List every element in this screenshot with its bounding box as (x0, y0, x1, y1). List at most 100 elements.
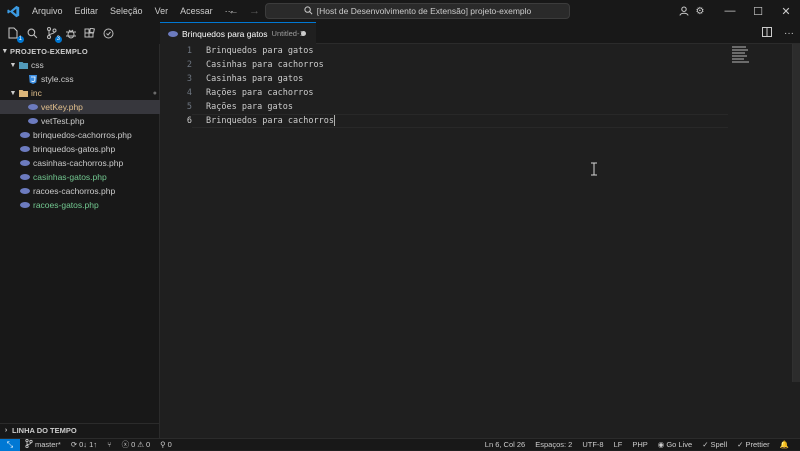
mouse-ibeam-cursor-icon (590, 162, 598, 176)
vertical-scrollbar[interactable] (792, 44, 800, 382)
accounts-icon[interactable] (676, 0, 692, 22)
source-control-icon[interactable]: 3 (44, 26, 62, 43)
tree-file[interactable]: racoes-cachorros.php (0, 184, 179, 198)
code-line: Brinquedos para gatos (206, 46, 314, 56)
line-number: 3 (186, 74, 192, 84)
search-icon (304, 5, 313, 17)
tree-item-label: casinhas-gatos.php (33, 172, 107, 182)
line-number: 6 (186, 116, 192, 126)
prettier-button[interactable]: ✓ Prettier (732, 440, 774, 449)
explorer-icon[interactable]: 1 (6, 26, 24, 43)
warning-count: 0 (145, 440, 151, 449)
menu-ver[interactable]: Ver (149, 0, 175, 22)
menu-arquivo[interactable]: Arquivo (26, 0, 69, 22)
tree-file[interactable]: casinhas-cachorros.php (0, 156, 179, 170)
tree-folder-css[interactable]: ▼ css (0, 58, 167, 72)
go-live-button[interactable]: ◉ Go Live (653, 440, 697, 449)
tree-folder-inc[interactable]: ▼ inc ● (0, 86, 167, 100)
tree-file[interactable]: brinquedos-gatos.php (0, 142, 179, 156)
command-center[interactable]: [Host de Desenvolvimento de Extensão] pr… (265, 3, 570, 19)
encoding[interactable]: UTF-8 (577, 440, 608, 449)
chevron-down-icon: ▼ (9, 89, 17, 97)
line-number: 5 (186, 102, 192, 112)
split-editor-icon[interactable] (762, 26, 772, 40)
git-branch-icon (25, 438, 33, 450)
timeline-section[interactable]: › LINHA DO TEMPO (0, 423, 159, 437)
text-cursor (333, 115, 335, 126)
menu-acessar[interactable]: Acessar (174, 0, 219, 22)
explorer-root[interactable]: ▼ PROJETO-EXEMPLO (0, 44, 159, 58)
tree-item-label: vetKey.php (41, 102, 83, 112)
title-bar: Arquivo Editar Seleção Ver Acessar ··· ←… (0, 0, 800, 22)
run-debug-icon[interactable] (63, 26, 78, 41)
code-line: Casinhas para cachorros (206, 60, 324, 70)
double-check-icon: ✓ (737, 440, 744, 449)
line-number: 1 (186, 46, 192, 56)
tree-item-label: vetTest.php (41, 116, 85, 126)
unsaved-dot-icon[interactable] (301, 31, 306, 36)
notifications-bell-icon[interactable]: 🔔 (775, 440, 794, 449)
remote-indicator-icon[interactable]: ⤡ (0, 438, 20, 451)
indentation[interactable]: Espaços: 2 (530, 440, 577, 449)
line-number: 2 (186, 60, 192, 70)
explorer-sidebar: ▼ PROJETO-EXEMPLO ▼ css style.css ▼ inc … (0, 44, 187, 438)
spell-button[interactable]: ✓ Spell (697, 440, 732, 449)
menu-selecao[interactable]: Seleção (104, 0, 149, 22)
php-file-icon (20, 172, 30, 182)
tab-untitled-1[interactable]: Brinquedos para gatos Untitled-1 (160, 22, 316, 44)
code-line-active: Brinquedos para cachorros (206, 114, 335, 128)
sync-label: 0↓ 1↑ (79, 440, 98, 449)
error-count: 0 (131, 440, 136, 449)
tree-file[interactable]: brinquedos-cachorros.php (0, 128, 179, 142)
tree-item-label: racoes-cachorros.php (33, 186, 116, 196)
php-file-icon (20, 130, 30, 140)
spell-label: Spell (710, 440, 728, 449)
tree-file-vetkey[interactable]: vetKey.php M (0, 100, 187, 114)
more-actions-icon[interactable]: ··· (784, 28, 794, 39)
sync-indicator[interactable]: ⟳ 0↓ 1↑ (66, 440, 102, 449)
problems-indicator[interactable]: ⓧ 0 ⚠ 0 (117, 439, 156, 450)
gear-icon[interactable]: ⚙ (692, 0, 708, 22)
tree-item-label: brinquedos-gatos.php (33, 144, 116, 154)
tree-file-style-css[interactable]: style.css (0, 72, 187, 86)
tree-file[interactable]: casinhas-gatos.php U (0, 170, 179, 184)
publish-icon[interactable]: ⑂ (102, 440, 117, 449)
branch-label: master* (35, 440, 61, 449)
maximize-button[interactable]: ☐ (744, 0, 772, 22)
branch-indicator[interactable]: master* (20, 438, 66, 450)
tree-file-vettest[interactable]: vetTest.php (0, 114, 187, 128)
php-file-icon (20, 200, 30, 210)
close-window-button[interactable]: ✕ (772, 0, 800, 22)
end-of-line[interactable]: LF (609, 440, 628, 449)
php-file-icon (20, 186, 30, 196)
antenna-icon: ⚲ (160, 440, 166, 449)
status-bar: ⤡ master* ⟳ 0↓ 1↑ ⑂ ⓧ 0 ⚠ 0 ⚲ 0 Ln 6, Co… (0, 438, 800, 451)
line-number: 4 (186, 88, 192, 98)
ports-indicator[interactable]: ⚲ 0 (155, 440, 177, 449)
search-view-icon[interactable] (25, 26, 40, 41)
source-control-badge: 3 (54, 35, 62, 43)
language-mode[interactable]: PHP (627, 440, 652, 449)
forward-arrow-icon[interactable]: → (249, 5, 260, 17)
minimize-button[interactable]: — (716, 0, 744, 22)
chevron-down-icon: ▼ (9, 61, 17, 69)
go-live-label: Go Live (666, 440, 693, 449)
vscode-logo-icon (6, 4, 20, 18)
menu-editar[interactable]: Editar (69, 0, 105, 22)
folder-css-icon (18, 60, 28, 70)
tree-item-label: racoes-gatos.php (33, 200, 99, 210)
editor-area[interactable]: 1 2 3 4 5 6 Brinquedos para gatos Casinh… (160, 44, 800, 438)
back-arrow-icon[interactable]: ← (228, 5, 239, 17)
remote-explorer-icon[interactable] (101, 26, 116, 41)
activity-bar: 1 3 (0, 22, 160, 44)
code-line: Rações para cachorros (206, 88, 314, 98)
tree-item-label: style.css (41, 74, 74, 84)
extensions-icon[interactable] (82, 26, 97, 41)
explorer-root-label: PROJETO-EXEMPLO (10, 46, 88, 56)
chevron-right-icon: › (4, 427, 8, 434)
cursor-position[interactable]: Ln 6, Col 26 (480, 440, 530, 449)
minimap[interactable] (732, 44, 790, 84)
css-file-icon (28, 74, 38, 84)
php-file-icon (20, 144, 30, 154)
tree-file[interactable]: racoes-gatos.php U (0, 198, 179, 212)
